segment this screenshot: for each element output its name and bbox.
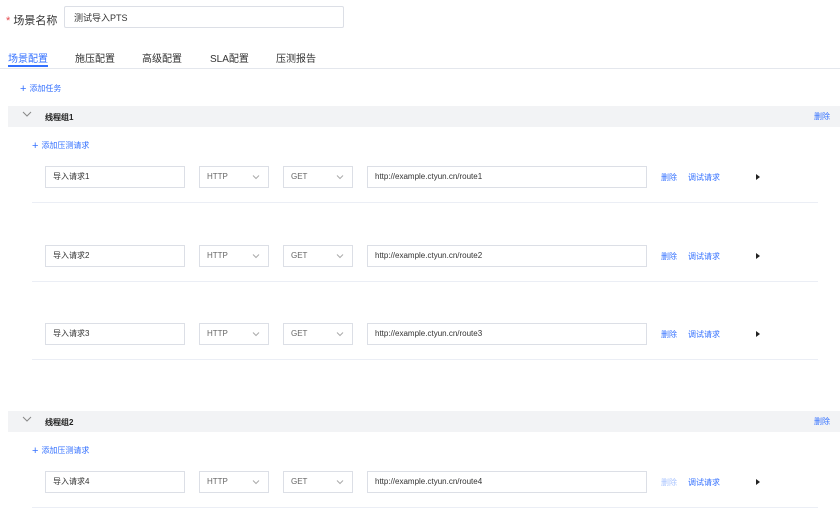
protocol-select[interactable]: HTTP: [199, 166, 269, 188]
method-select[interactable]: GET: [283, 323, 353, 345]
protocol-value: HTTP: [207, 251, 228, 260]
thread-group-header: 线程组1 删除: [8, 106, 840, 127]
scene-name-label-text: 场景名称: [13, 15, 58, 27]
row-divider: [32, 507, 818, 508]
debug-request-button[interactable]: 调试请求: [688, 172, 720, 183]
method-value: GET: [291, 251, 308, 260]
row-divider: [32, 202, 818, 203]
url-input[interactable]: http://example.ctyun.cn/route3: [367, 323, 647, 345]
delete-request-button: 删除: [661, 478, 677, 487]
thread-group-title: 线程组2: [45, 418, 74, 427]
method-value: GET: [291, 329, 308, 338]
protocol-select[interactable]: HTTP: [199, 323, 269, 345]
method-value: GET: [291, 477, 308, 486]
chevron-down-icon: [336, 332, 344, 337]
request-name-input[interactable]: 导入请求3: [45, 323, 185, 345]
delete-group-button[interactable]: 删除: [814, 111, 830, 122]
request-name-input[interactable]: 导入请求1: [45, 166, 185, 188]
request-row: 导入请求3 HTTP GET http://example.ctyun.cn/r…: [32, 323, 840, 401]
chevron-down-icon: [252, 254, 260, 259]
add-task-label: 添加任务: [29, 84, 62, 93]
delete-request-button[interactable]: 删除: [661, 329, 677, 340]
chevron-down-icon: [336, 480, 344, 485]
chevron-down-icon[interactable]: [22, 109, 32, 119]
chevron-down-icon[interactable]: [22, 414, 32, 424]
tab-scene-config[interactable]: 场景配置: [8, 50, 48, 65]
protocol-value: HTTP: [207, 329, 228, 338]
add-request-label: 添加压测请求: [41, 141, 90, 150]
play-arrow-icon[interactable]: [756, 174, 760, 180]
method-value: GET: [291, 172, 308, 181]
method-select[interactable]: GET: [283, 245, 353, 267]
chevron-down-icon: [336, 254, 344, 259]
request-row: 导入请求1 HTTP GET http://example.ctyun.cn/r…: [32, 166, 840, 244]
request-name-input[interactable]: 导入请求4: [45, 471, 185, 493]
tab-advanced-config[interactable]: 高级配置: [142, 50, 182, 65]
thread-group-title: 线程组1: [45, 113, 74, 122]
scene-name-input[interactable]: [64, 6, 344, 28]
chevron-down-icon: [252, 480, 260, 485]
delete-group-button[interactable]: 删除: [814, 416, 830, 427]
url-input[interactable]: http://example.ctyun.cn/route1: [367, 166, 647, 188]
add-request-label: 添加压测请求: [41, 446, 90, 455]
play-arrow-icon[interactable]: [756, 479, 760, 485]
active-tab-indicator: [8, 65, 48, 67]
required-mark: *: [6, 15, 11, 27]
debug-request-button[interactable]: 调试请求: [688, 329, 720, 340]
protocol-value: HTTP: [207, 172, 228, 181]
tab-test-report[interactable]: 压测报告: [276, 50, 316, 65]
delete-request-button[interactable]: 删除: [661, 172, 677, 183]
plus-icon: +: [32, 445, 39, 457]
protocol-select[interactable]: HTTP: [199, 471, 269, 493]
chevron-down-icon: [336, 175, 344, 180]
delete-request-button[interactable]: 删除: [661, 251, 677, 262]
request-row: 导入请求4 HTTP GET http://example.ctyun.cn/r…: [32, 471, 840, 511]
add-task-button[interactable]: + 添加任务: [20, 83, 61, 95]
chevron-down-icon: [252, 175, 260, 180]
scene-name-label: * 场景名称: [6, 12, 57, 28]
tab-bar: 场景配置 施压配置 高级配置 SLA配置 压测报告: [0, 46, 840, 69]
plus-icon: +: [32, 140, 39, 152]
protocol-select[interactable]: HTTP: [199, 245, 269, 267]
chevron-down-icon: [252, 332, 260, 337]
play-arrow-icon[interactable]: [756, 331, 760, 337]
tab-sla-config[interactable]: SLA配置: [210, 50, 249, 65]
method-select[interactable]: GET: [283, 471, 353, 493]
tab-load-config[interactable]: 施压配置: [75, 50, 115, 65]
thread-group-header: 线程组2 删除: [8, 411, 840, 432]
add-request-button[interactable]: + 添加压测请求: [32, 140, 89, 152]
protocol-value: HTTP: [207, 477, 228, 486]
debug-request-button[interactable]: 调试请求: [688, 251, 720, 262]
row-divider: [32, 281, 818, 282]
plus-icon: +: [20, 83, 27, 95]
play-arrow-icon[interactable]: [756, 253, 760, 259]
url-input[interactable]: http://example.ctyun.cn/route4: [367, 471, 647, 493]
request-name-input[interactable]: 导入请求2: [45, 245, 185, 267]
request-row: 导入请求2 HTTP GET http://example.ctyun.cn/r…: [32, 245, 840, 323]
debug-request-button[interactable]: 调试请求: [688, 477, 720, 488]
add-request-button[interactable]: + 添加压测请求: [32, 445, 89, 457]
method-select[interactable]: GET: [283, 166, 353, 188]
url-input[interactable]: http://example.ctyun.cn/route2: [367, 245, 647, 267]
row-divider: [32, 359, 818, 360]
